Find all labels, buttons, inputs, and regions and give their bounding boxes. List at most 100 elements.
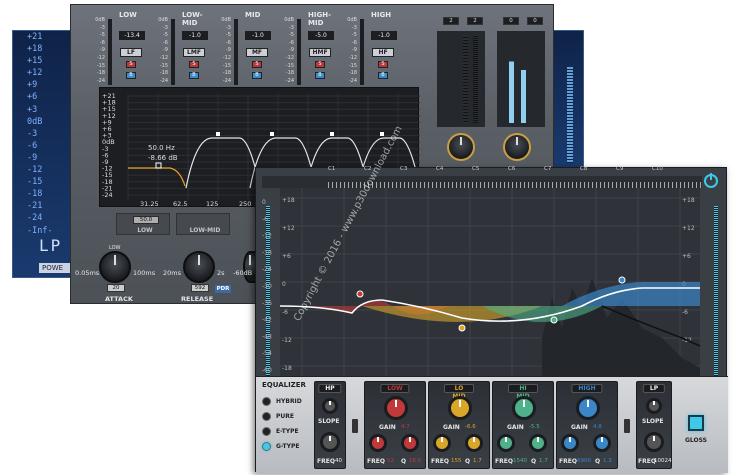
db-scale-label: -6 <box>226 39 231 46</box>
high-freq-knob[interactable] <box>561 434 579 452</box>
release-value[interactable]: 592 <box>191 284 209 292</box>
solo-button[interactable]: S <box>189 61 199 68</box>
high-gain-value: 4.8 <box>593 424 602 430</box>
band-value[interactable]: -1.0 <box>182 31 208 40</box>
db-scale-label: 0dB <box>95 17 105 23</box>
note-label: C4 <box>436 166 444 172</box>
low-gain-label: GAIN <box>379 424 396 431</box>
output-knob-right[interactable] <box>503 133 531 161</box>
lomid-q-knob[interactable] <box>465 434 483 452</box>
hp-toggle[interactable] <box>352 419 358 433</box>
note-label: C7 <box>544 166 552 172</box>
bypass-button[interactable]: B <box>126 72 136 79</box>
lomid-gain-value: -6.6 <box>465 424 476 430</box>
eq-band-node[interactable] <box>458 324 466 332</box>
lomid-gain-knob[interactable] <box>448 396 472 420</box>
low-freq-value: 52 <box>387 458 394 464</box>
lomid-freq-knob[interactable] <box>433 434 451 452</box>
db-scale-label: -5 <box>226 32 231 39</box>
note-label: C1 <box>328 166 336 172</box>
db-scale-label: -3 <box>226 24 231 31</box>
low-freq-knob[interactable] <box>369 434 387 452</box>
himid-freq-knob[interactable] <box>497 434 515 452</box>
eq-level-label: -60 <box>262 367 272 374</box>
db-scale-label: -18 <box>96 70 105 77</box>
band-value[interactable]: -1.0 <box>245 31 271 40</box>
db-scale-label: -15 <box>285 62 294 69</box>
dyn-scale-label: -24 <box>102 191 113 199</box>
hp-freq-label: FREQ <box>317 458 335 465</box>
low-q-knob[interactable] <box>401 434 419 452</box>
solo-button[interactable]: S <box>252 61 262 68</box>
eq-band-node[interactable] <box>356 290 364 298</box>
attack-value[interactable]: 20 <box>107 284 125 292</box>
db-scale-label: -15 <box>159 62 168 69</box>
band-handle[interactable] <box>330 132 334 136</box>
lp-slope-knob[interactable] <box>646 398 662 414</box>
low-band-curve <box>128 167 186 187</box>
lp-freq-knob[interactable] <box>644 432 664 452</box>
gloss-button[interactable] <box>688 415 704 431</box>
solo-button[interactable]: S <box>315 61 325 68</box>
bypass-button[interactable]: B <box>252 72 262 79</box>
threshold-min: -60dB <box>233 269 253 277</box>
band-db-scale: 0dB -3 -5 -6 -9 -12 -15 -18 -24 <box>95 17 105 85</box>
eq-gain-label-right: +18 <box>682 197 695 204</box>
filter-button[interactable]: LF <box>120 48 142 57</box>
eq-band-node[interactable] <box>550 316 558 324</box>
mode-radio[interactable] <box>262 442 271 451</box>
lp-toggle[interactable] <box>624 419 630 433</box>
low-gain-knob[interactable] <box>384 396 408 420</box>
mode-label: G-TYPE <box>276 443 300 450</box>
mode-radio[interactable] <box>262 397 271 406</box>
eq-gain-label-right: +12 <box>682 225 695 232</box>
lp-header: LP <box>642 384 666 393</box>
release-knob[interactable] <box>183 251 215 283</box>
mode-label: PURE <box>276 413 294 420</box>
eq-level-label: 0 <box>262 199 266 206</box>
band-value[interactable]: -13.4 <box>119 31 145 40</box>
eq-level-label: -48 <box>262 333 272 340</box>
band-db-scale: 0dB -3 -5 -6 -9 -12 -15 -18 -24 <box>347 17 357 85</box>
attack-max: 100ms <box>133 269 156 277</box>
bypass-button[interactable]: B <box>378 72 388 79</box>
band-value[interactable]: -5.0 <box>308 31 334 40</box>
lp-slope-label: SLOPE <box>642 418 664 425</box>
himid-gain-knob[interactable] <box>512 396 536 420</box>
bypass-button[interactable]: B <box>189 72 199 79</box>
solo-button[interactable]: S <box>126 61 136 68</box>
pdr-button[interactable]: PDR <box>215 285 231 293</box>
solo-button[interactable]: S <box>378 61 388 68</box>
band-handle[interactable] <box>270 132 274 136</box>
himid-header: HI MID <box>508 384 538 400</box>
band-handle[interactable] <box>216 132 220 136</box>
band-value[interactable]: -1.0 <box>371 31 397 40</box>
attack-knob[interactable] <box>99 251 131 283</box>
hp-slope-knob[interactable] <box>322 398 338 414</box>
mode-radio[interactable] <box>262 412 271 421</box>
filter-button[interactable]: LMF <box>183 48 205 57</box>
high-gain-knob[interactable] <box>576 396 600 420</box>
power-icon[interactable] <box>704 173 718 188</box>
eq-band-node[interactable] <box>618 276 626 284</box>
eq-curve-display[interactable]: 0 -6 -12 -18 -24 -30 -36 -42 -48 -54 -60 +18 +18 +12 +… <box>262 188 702 378</box>
filter-button[interactable]: HMF <box>309 48 331 57</box>
high-q-knob[interactable] <box>593 434 611 452</box>
output-knob-left[interactable] <box>447 133 475 161</box>
output-meter-right <box>497 31 545 127</box>
himid-q-knob[interactable] <box>529 434 547 452</box>
eq-gain-label-right: -6 <box>682 309 688 316</box>
hp-freq-knob[interactable] <box>320 432 340 452</box>
low-mid-band-box <box>176 213 230 235</box>
db-scale-label: -24 <box>222 77 231 84</box>
eq-gain-label-left: -12 <box>282 337 292 344</box>
piano-ruler <box>262 176 702 188</box>
band-handle[interactable] <box>380 132 384 136</box>
filter-button[interactable]: MF <box>246 48 268 57</box>
low-freq-label: FREQ <box>367 458 385 465</box>
mode-radio[interactable] <box>262 427 271 436</box>
filter-button[interactable]: HF <box>372 48 394 57</box>
db-scale-label: 0dB <box>221 17 231 23</box>
eq-gain-label-left: -6 <box>282 309 288 316</box>
bypass-button[interactable]: B <box>315 72 325 79</box>
